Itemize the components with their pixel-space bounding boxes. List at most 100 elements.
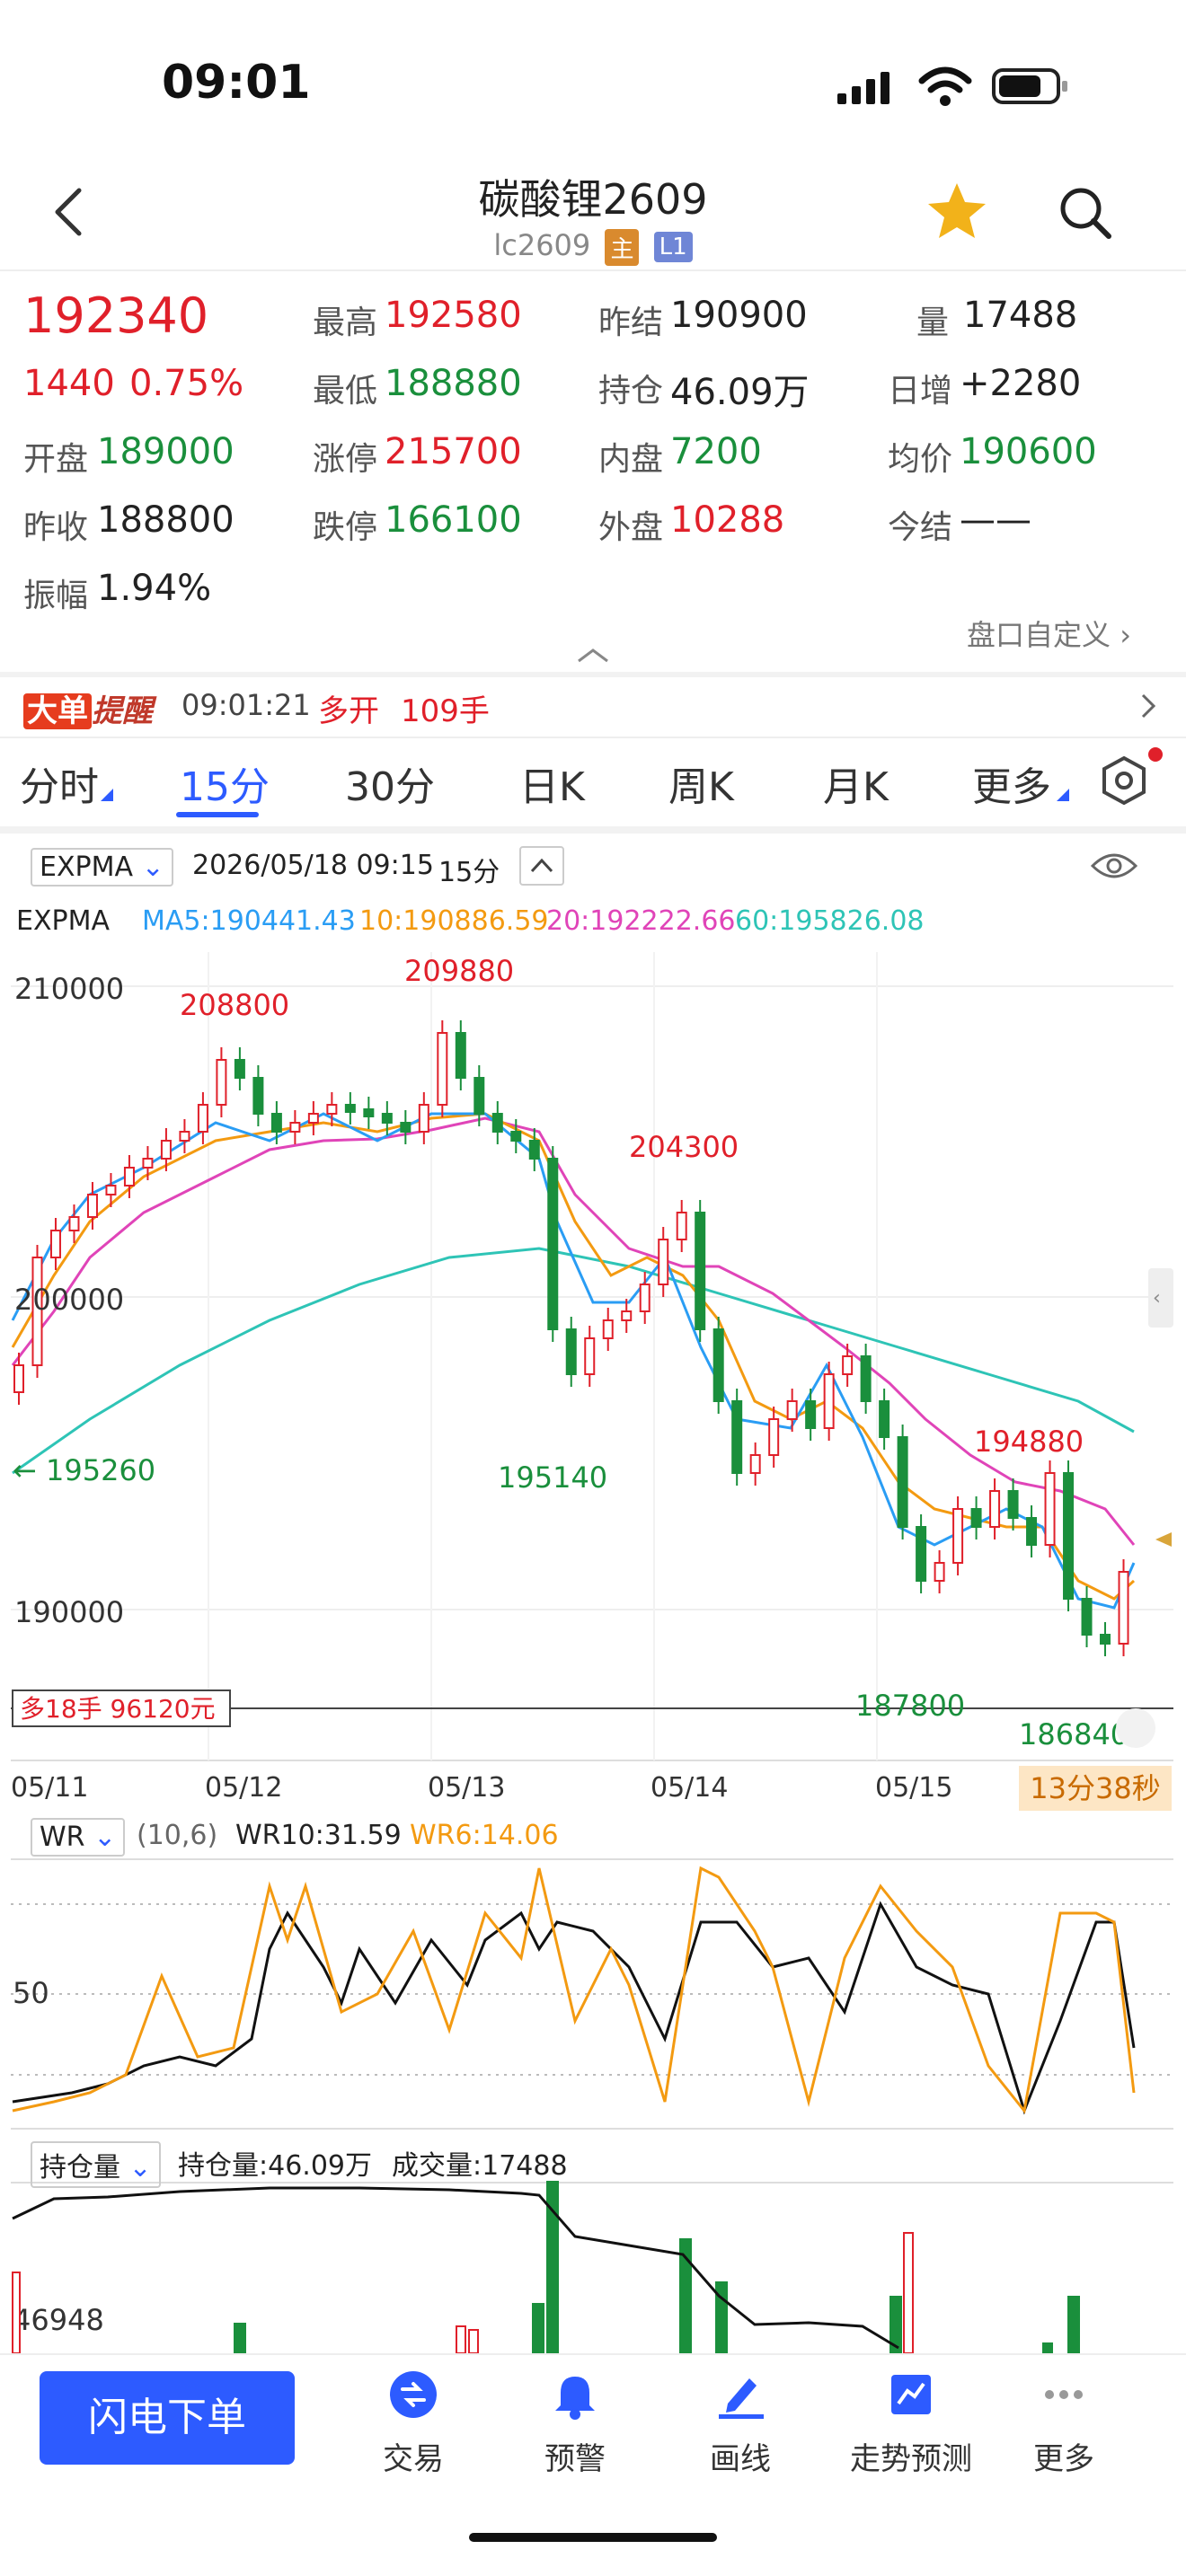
- peak-label-2: 209880: [404, 954, 514, 988]
- candle-body: [491, 1113, 503, 1133]
- wr-tick-50: 50: [13, 1976, 49, 2010]
- outer-value: 10288: [670, 499, 785, 541]
- toolbar-forecast-label: 走势预测: [850, 2441, 972, 2477]
- reset-zoom-icon[interactable]: [1116, 1708, 1155, 1748]
- avg-label: 均价: [888, 441, 953, 478]
- high-value: 192580: [385, 295, 522, 336]
- toolbar-draw-label: 画线: [710, 2441, 771, 2477]
- candle-body: [676, 1212, 687, 1240]
- kline-period: 15分: [438, 857, 500, 888]
- alert-brand-a: 大单: [23, 693, 92, 729]
- settle-value: ——: [960, 499, 1031, 541]
- open-interest-value: 46.09万: [670, 372, 810, 413]
- tab-more[interactable]: 更多: [972, 754, 1051, 812]
- candle-body: [307, 1113, 319, 1124]
- open-label: 开盘: [23, 441, 89, 478]
- tab-30min[interactable]: 30分: [345, 754, 435, 812]
- high-label: 最高: [313, 304, 378, 341]
- trough-label-4: 186840: [1019, 1717, 1128, 1751]
- limit-down-label: 跌停: [313, 509, 378, 546]
- indicator-dropdown-icon: ⌄: [141, 851, 164, 883]
- avg-value: 190600: [960, 431, 1097, 472]
- ma5-legend: MA5:190441.43: [142, 905, 356, 937]
- toolbar-trade[interactable]: 交易: [341, 2368, 485, 2478]
- candle-body: [1007, 1490, 1019, 1519]
- y-tick-200000: 200000: [14, 1283, 124, 1317]
- candle-body: [768, 1418, 780, 1456]
- candle-body: [602, 1319, 614, 1339]
- custom-panel-label: 盘口自定义: [967, 618, 1111, 652]
- open-interest-label: 持仓: [598, 373, 664, 410]
- custom-panel-link[interactable]: 盘口自定义 ›: [967, 613, 1131, 654]
- candle-body: [86, 1194, 98, 1218]
- tab-15min[interactable]: 15分: [180, 754, 270, 812]
- toolbar-draw[interactable]: 画线: [668, 2368, 812, 2478]
- candle-body: [528, 1140, 540, 1160]
- current-price-marker-icon: [1155, 1532, 1172, 1547]
- candle-body: [344, 1104, 356, 1113]
- settings-badge-dot: [1148, 747, 1163, 762]
- prev-settle-value: 190900: [670, 295, 808, 336]
- candle-body: [455, 1032, 466, 1079]
- toolbar-more[interactable]: 更多: [992, 2368, 1136, 2478]
- inner-label: 内盘: [598, 441, 664, 478]
- collapse-chevron-icon[interactable]: [575, 647, 611, 665]
- prev-settle-label: 昨结: [598, 304, 664, 341]
- limit-down-value: 166100: [385, 499, 522, 541]
- wr6-legend: WR6:14.06: [410, 1820, 559, 1851]
- candle-body: [639, 1284, 651, 1312]
- tab-weekly[interactable]: 周K: [668, 754, 734, 812]
- candle-body: [712, 1328, 724, 1402]
- favorite-star-icon[interactable]: [925, 180, 988, 243]
- big-order-alert-brand: 大单 提醒: [23, 686, 153, 730]
- candle-body: [731, 1400, 743, 1474]
- candle-body: [695, 1212, 706, 1330]
- wr-selector[interactable]: WR ⌄: [31, 1818, 126, 1857]
- toolbar-alert[interactable]: 预警: [503, 2368, 647, 2478]
- flash-order-button[interactable]: 闪电下单: [40, 2371, 295, 2465]
- candle-body: [1063, 1472, 1075, 1600]
- candle-body: [584, 1337, 596, 1375]
- alert-action: 多开: [318, 693, 379, 729]
- eye-icon[interactable]: [1089, 848, 1139, 884]
- toolbar-trade-label: 交易: [383, 2441, 444, 2477]
- cellular-signal-icon: [837, 72, 890, 104]
- candle-body: [437, 1032, 448, 1106]
- inner-value: 7200: [670, 431, 762, 472]
- header-divider: [0, 269, 1186, 271]
- chart-settings-icon[interactable]: [1098, 754, 1150, 807]
- chart-expand-button[interactable]: [519, 846, 564, 886]
- alert-time: 09:01:21: [181, 688, 311, 722]
- candle-body: [879, 1400, 890, 1438]
- candle-body: [289, 1122, 301, 1133]
- tab-timeshare[interactable]: 分时: [20, 754, 99, 812]
- candle-body: [160, 1140, 172, 1160]
- candle-body: [823, 1373, 835, 1429]
- low-value: 188880: [385, 363, 522, 404]
- trough-label-2: 195140: [498, 1460, 607, 1495]
- oi-selector[interactable]: 持仓量 ⌄: [31, 2141, 161, 2188]
- tab-timeshare-dropdown-icon: [101, 789, 113, 801]
- candle-body: [49, 1230, 61, 1258]
- settle-label: 今结: [888, 509, 953, 546]
- indicator-selector[interactable]: EXPMA ⌄: [31, 848, 173, 887]
- prev-close-label: 昨收: [23, 509, 89, 546]
- tab-daily[interactable]: 日K: [519, 754, 585, 812]
- candle-body: [363, 1108, 375, 1117]
- level-tag: L1: [653, 232, 693, 262]
- alert-qty: 109手: [401, 693, 490, 729]
- page-title: 碳酸锂2609: [478, 175, 708, 224]
- tab-monthly[interactable]: 月K: [823, 754, 889, 812]
- candle-body: [1081, 1598, 1093, 1636]
- more-dots-icon: [1045, 2390, 1083, 2399]
- countdown-badge: 13分38秒: [1019, 1766, 1172, 1811]
- outer-label: 外盘: [598, 509, 664, 546]
- x-tick-0515: 05/15: [875, 1772, 952, 1804]
- toolbar-forecast[interactable]: 走势预测: [830, 2368, 992, 2478]
- x-tick-0514: 05/14: [651, 1772, 728, 1804]
- candle-body: [179, 1131, 190, 1142]
- search-icon[interactable]: [1057, 184, 1114, 242]
- section-divider: [0, 672, 1186, 677]
- wr-params: (10,6): [137, 1820, 218, 1851]
- alert-chevron-icon[interactable]: [1137, 692, 1159, 720]
